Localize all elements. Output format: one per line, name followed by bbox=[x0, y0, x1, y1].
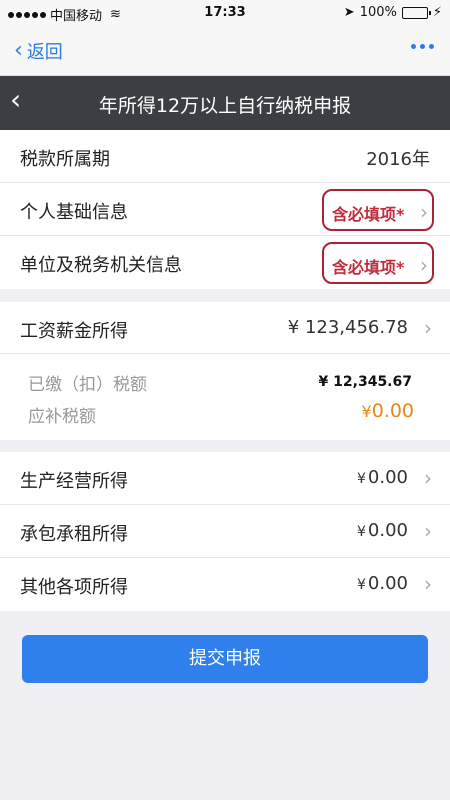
income-amount: ¥0.00 bbox=[357, 573, 408, 594]
required-badge: 含必填项* › bbox=[322, 242, 434, 284]
page-header: ‹ 年所得12万以上自行纳税申报 bbox=[0, 76, 450, 130]
battery-icon bbox=[401, 6, 431, 19]
location-arrow-icon: ➤ bbox=[343, 5, 355, 20]
income-label: 承包承租所得 bbox=[20, 524, 128, 545]
required-text: 含必填项* bbox=[332, 205, 405, 224]
back-label: 返回 bbox=[26, 42, 63, 63]
tax-period-value: 2016年 bbox=[366, 149, 430, 170]
unit-info-label: 单位及税务机关信息 bbox=[20, 255, 182, 276]
chevron-right-icon: › bbox=[424, 466, 432, 490]
list-item[interactable]: 承包承租所得 ¥0.00 › bbox=[0, 505, 450, 558]
list-item[interactable]: 其他各项所得 ¥0.00 › bbox=[0, 558, 450, 611]
back-button[interactable]: ‹ 返回 bbox=[14, 38, 63, 64]
submit-button[interactable]: 提交申报 bbox=[22, 635, 428, 683]
page-title: 年所得12万以上自行纳税申报 bbox=[98, 95, 352, 117]
required-badge: 含必填项* › bbox=[322, 189, 434, 231]
battery-percent: 100% bbox=[359, 5, 397, 20]
personal-info-row[interactable]: 个人基础信息 含必填项* › bbox=[0, 183, 450, 236]
bolt-icon: ⚡ bbox=[432, 5, 442, 20]
chevron-right-icon: › bbox=[424, 316, 432, 340]
chevron-left-icon: ‹ bbox=[14, 38, 23, 63]
due-tax-label: 应补税额 bbox=[28, 407, 96, 427]
basic-info-section: 税款所属期 2016年 个人基础信息 含必填项* › 单位及税务机关信息 含必填… bbox=[0, 130, 450, 289]
chevron-right-icon: › bbox=[420, 253, 428, 277]
tax-period-row: 税款所属期 2016年 bbox=[0, 130, 450, 183]
salary-section: 工资薪金所得 ¥ 123,456.78 › 已缴（扣）税额 ¥ 12,345.6… bbox=[0, 302, 450, 440]
salary-label: 工资薪金所得 bbox=[20, 321, 128, 342]
status-bar: 中国移动 ≋ 17:33 ➤ 100% ⚡ bbox=[0, 0, 450, 26]
due-tax-amount: ¥0.00 bbox=[361, 400, 415, 422]
tax-period-label: 税款所属期 bbox=[20, 149, 110, 170]
income-amount: ¥0.00 bbox=[357, 520, 408, 541]
salary-row[interactable]: 工资薪金所得 ¥ 123,456.78 › bbox=[0, 302, 450, 354]
income-amount: ¥0.00 bbox=[357, 467, 408, 488]
income-label: 其他各项所得 bbox=[20, 577, 128, 598]
chevron-right-icon: › bbox=[420, 200, 428, 224]
nav-bar: ‹ 返回 bbox=[0, 26, 450, 76]
salary-amount: ¥ 123,456.78 bbox=[287, 317, 408, 338]
personal-info-label: 个人基础信息 bbox=[20, 202, 128, 223]
income-label: 生产经营所得 bbox=[20, 471, 128, 492]
other-income-section: 生产经营所得 ¥0.00 › 承包承租所得 ¥0.00 › 其他各项所得 ¥0.… bbox=[0, 452, 450, 611]
paid-tax-label: 已缴（扣）税额 bbox=[28, 375, 147, 395]
required-text: 含必填项* bbox=[332, 258, 405, 277]
unit-info-row[interactable]: 单位及税务机关信息 含必填项* › bbox=[0, 236, 450, 289]
more-options-icon[interactable] bbox=[411, 44, 434, 49]
list-item[interactable]: 生产经营所得 ¥0.00 › bbox=[0, 452, 450, 505]
chevron-right-icon: › bbox=[424, 572, 432, 596]
salary-tax-detail: 已缴（扣）税额 ¥ 12,345.67 应补税额 ¥0.00 bbox=[0, 354, 450, 440]
paid-tax-amount: ¥ 12,345.67 bbox=[318, 374, 412, 390]
chevron-right-icon: › bbox=[424, 519, 432, 543]
